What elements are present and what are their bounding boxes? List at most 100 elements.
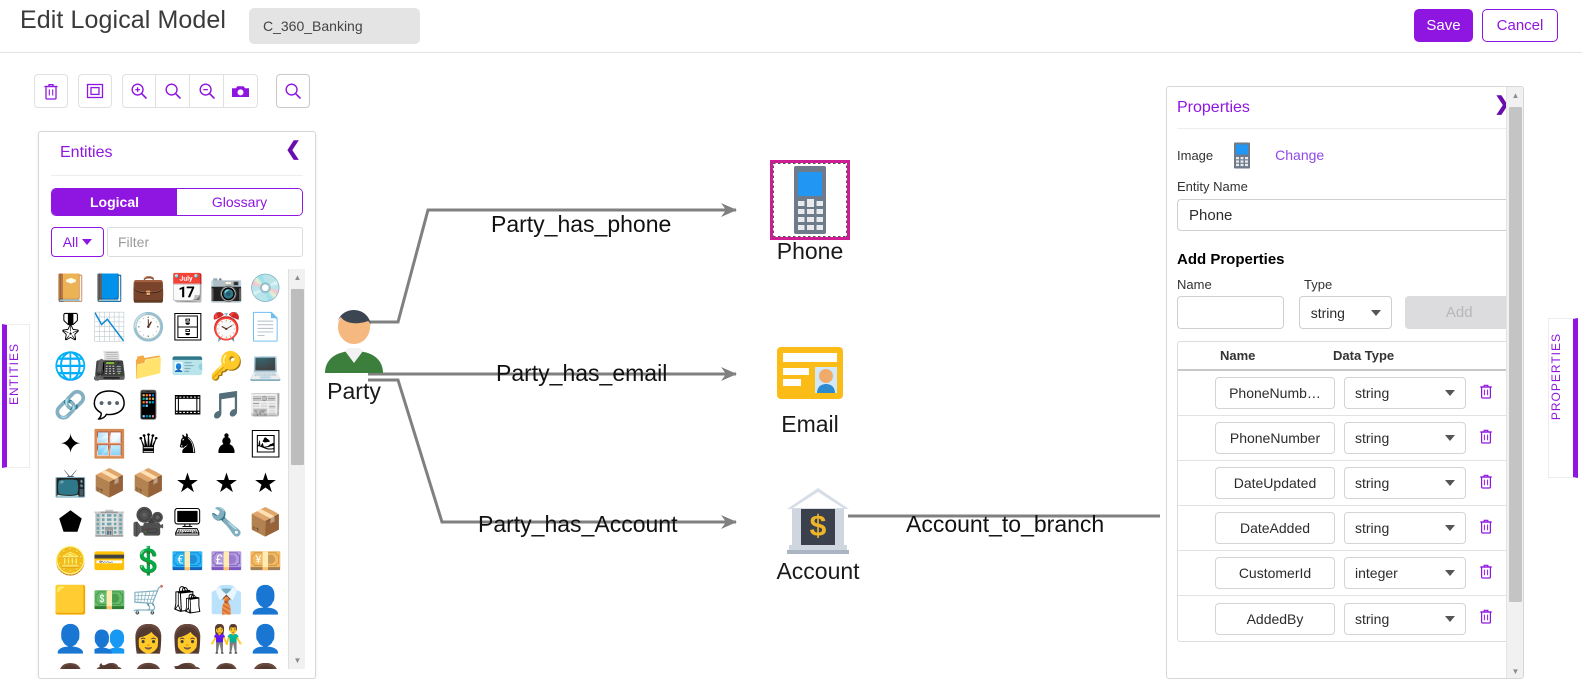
entity-icon-option[interactable]: 👩 xyxy=(168,620,207,659)
property-name-input[interactable]: DateUpdated xyxy=(1215,467,1335,499)
property-type-select[interactable]: string xyxy=(1344,422,1466,454)
entity-icon-option[interactable]: 📷 xyxy=(207,269,246,308)
entity-icon-option[interactable]: 🗄 xyxy=(168,308,207,347)
entities-scroll-thumb[interactable] xyxy=(291,289,304,465)
entity-icon-option[interactable]: 🎵 xyxy=(207,386,246,425)
entity-icon-option[interactable]: 🎖 xyxy=(51,308,90,347)
entity-icon-option[interactable]: 👔 xyxy=(207,581,246,620)
entity-icon-option[interactable]: 👤 xyxy=(51,620,90,659)
filter-type-dropdown[interactable]: All xyxy=(51,227,104,257)
entity-icon-option[interactable]: 👤 xyxy=(246,581,285,620)
diagram-node-account[interactable]: $ Account xyxy=(764,483,872,583)
edge-label-party-has-email[interactable]: Party_has_email xyxy=(496,360,667,387)
entity-icon-option[interactable]: 📱 xyxy=(129,386,168,425)
entity-icon-option[interactable]: 📦 xyxy=(246,503,285,542)
delete-button[interactable] xyxy=(34,74,68,108)
entity-icon-option[interactable]: 👥 xyxy=(90,620,129,659)
entity-icon-option[interactable]: 🛒 xyxy=(129,581,168,620)
entity-icon-option[interactable]: 👫 xyxy=(207,620,246,659)
entity-icon-option[interactable]: 💳 xyxy=(90,542,129,581)
entity-icon-option[interactable]: 👦 xyxy=(129,659,168,670)
new-property-type-select[interactable]: string xyxy=(1298,296,1393,329)
scroll-down-icon[interactable]: ▼ xyxy=(1507,663,1523,678)
diagram-node-email[interactable]: Email xyxy=(764,336,856,436)
zoom-in-button[interactable] xyxy=(122,74,156,108)
new-property-name-input[interactable] xyxy=(1177,296,1284,329)
properties-scroll-thumb[interactable] xyxy=(1509,107,1522,602)
add-property-button[interactable]: Add xyxy=(1405,296,1513,329)
property-name-input[interactable]: PhoneNumber xyxy=(1215,422,1335,454)
chevron-left-icon[interactable]: ❮ xyxy=(285,140,301,159)
entity-icon-option[interactable]: 💲 xyxy=(129,542,168,581)
search-button[interactable] xyxy=(276,74,310,108)
delete-property-button[interactable] xyxy=(1479,518,1493,539)
entity-icon-option[interactable]: 💼 xyxy=(129,269,168,308)
entities-filter-input[interactable]: Filter xyxy=(107,227,303,257)
delete-property-button[interactable] xyxy=(1479,563,1493,584)
delete-property-button[interactable] xyxy=(1479,608,1493,629)
delete-property-button[interactable] xyxy=(1479,428,1493,449)
entity-icon-option[interactable]: 📘 xyxy=(90,269,129,308)
change-image-link[interactable]: Change xyxy=(1275,147,1324,163)
entity-icon-option[interactable]: 📆 xyxy=(168,269,207,308)
diagram-node-party[interactable]: Party xyxy=(308,303,400,403)
entity-icon-option[interactable]: ✦ xyxy=(51,425,90,464)
entity-icon-option[interactable]: 👤 xyxy=(246,620,285,659)
sidebar-tab-properties[interactable]: PROPERTIES xyxy=(1548,318,1578,478)
entity-name-input[interactable]: Phone xyxy=(1177,199,1513,231)
entity-icon-option[interactable]: ⏰ xyxy=(207,308,246,347)
entities-scrollbar[interactable]: ▲ ▼ xyxy=(288,269,305,669)
entity-icon-option[interactable]: 🎞 xyxy=(168,386,207,425)
entity-icon-option[interactable]: 🧒 xyxy=(168,659,207,670)
entity-icon-option[interactable]: 🟨 xyxy=(51,581,90,620)
property-type-select[interactable]: string xyxy=(1344,512,1466,544)
property-name-input[interactable]: PhoneNumb… xyxy=(1215,377,1335,409)
entity-icon-option[interactable]: 📁 xyxy=(129,347,168,386)
entity-icon-option[interactable]: 🔗 xyxy=(51,386,90,425)
scroll-up-icon[interactable]: ▲ xyxy=(1507,87,1523,104)
entity-icon-option[interactable]: 🌐 xyxy=(51,347,90,386)
entity-icon-option[interactable]: 🔑 xyxy=(207,347,246,386)
entity-icon-option[interactable]: 📠 xyxy=(90,347,129,386)
property-name-input[interactable]: AddedBy xyxy=(1215,602,1335,635)
entity-icon-option[interactable]: 💿 xyxy=(246,269,285,308)
entities-icon-grid[interactable]: 📔 📘 💼 📆 📷 💿 🎖 📉 🕐 🗄 ⏰ 📄 🌐 📠 📁 🪪 🔑 💻 🔗 💬 📱 🎞 🎵 📰 ✦ 🪟 ♛ ♞ ♟ 🖼 📺 📦 📦 ★ ★ ★ ⬟ 🏢 🎥 🖥… xyxy=(51,269,285,670)
edge-label-party-has-phone[interactable]: Party_has_phone xyxy=(491,211,671,238)
entity-icon-option[interactable]: ♟ xyxy=(207,425,246,464)
entity-icon-option[interactable]: 👩 xyxy=(129,620,168,659)
model-name-field[interactable]: C_360_Banking xyxy=(249,8,420,44)
properties-scrollbar[interactable]: ▲ ▼ xyxy=(1506,87,1523,678)
fit-screen-button[interactable] xyxy=(78,74,112,108)
delete-property-button[interactable] xyxy=(1479,473,1493,494)
entity-icon-option[interactable]: 📦 xyxy=(129,464,168,503)
entity-icon-option[interactable]: 🪙 xyxy=(51,542,90,581)
entity-icon-option[interactable]: 🛍 xyxy=(168,581,207,620)
entity-icon-option[interactable]: 💵 xyxy=(90,581,129,620)
entity-icon-option[interactable]: 🧑 xyxy=(90,659,129,670)
delete-property-button[interactable] xyxy=(1479,383,1493,404)
entity-icon-option[interactable]: 💻 xyxy=(246,347,285,386)
edge-label-party-has-account[interactable]: Party_has_Account xyxy=(478,511,677,538)
entity-icon-option[interactable]: 👩 xyxy=(246,659,285,670)
property-type-select[interactable]: string xyxy=(1344,602,1466,635)
zoom-out-button[interactable] xyxy=(190,74,224,108)
save-button[interactable]: Save xyxy=(1414,9,1473,42)
entity-icon-option[interactable]: 📦 xyxy=(90,464,129,503)
entity-icon-option[interactable]: 💶 xyxy=(168,542,207,581)
entity-icon-option[interactable]: 💴 xyxy=(246,542,285,581)
tab-glossary[interactable]: Glossary xyxy=(177,189,302,215)
tab-logical[interactable]: Logical xyxy=(52,189,177,215)
zoom-reset-button[interactable] xyxy=(156,74,190,108)
entity-icon-option[interactable]: 🏢 xyxy=(90,503,129,542)
scroll-down-icon[interactable]: ▼ xyxy=(289,652,305,669)
entity-icon-option[interactable]: 📉 xyxy=(90,308,129,347)
entity-icon-option[interactable]: ★ xyxy=(246,464,285,503)
entity-icon-option[interactable]: 📺 xyxy=(51,464,90,503)
entity-icon-option[interactable]: 📔 xyxy=(51,269,90,308)
property-type-select[interactable]: string xyxy=(1344,377,1466,409)
scroll-up-icon[interactable]: ▲ xyxy=(289,269,305,286)
camera-button[interactable] xyxy=(224,74,258,108)
entity-icon-option[interactable]: ★ xyxy=(168,464,207,503)
entity-icon-option[interactable]: 💷 xyxy=(207,542,246,581)
diagram-node-phone[interactable]: Phone xyxy=(764,160,856,263)
